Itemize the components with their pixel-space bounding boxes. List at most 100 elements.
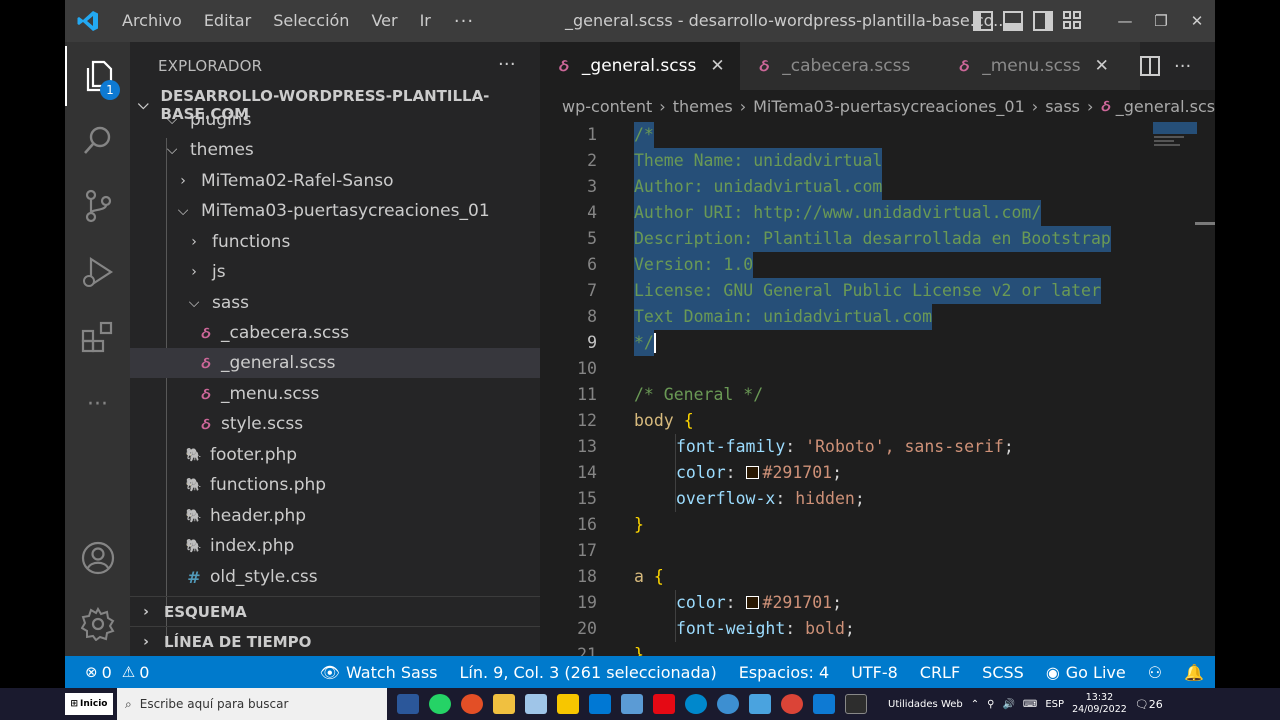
mail-app-icon[interactable]	[589, 694, 611, 714]
utilities-web-label[interactable]: Utilidades Web	[888, 699, 963, 710]
toggle-sidebar-icon[interactable]	[973, 11, 993, 31]
tree-folder-plugins[interactable]: ⌵ plugins	[164, 105, 540, 135]
notepad-app-icon[interactable]	[525, 694, 547, 714]
taskbar-search[interactable]: ⌕ Escribe aquí para buscar	[117, 688, 387, 720]
close-window-button[interactable]: ✕	[1179, 0, 1215, 42]
notifications-bell-icon[interactable]: 🔔	[1173, 656, 1215, 688]
settings-gear-icon[interactable]	[65, 594, 130, 654]
app-icon[interactable]	[845, 694, 867, 714]
start-button[interactable]: ⊞ Inicio	[65, 693, 113, 715]
weather-app-icon[interactable]	[621, 694, 643, 714]
tray-overflow-icon[interactable]: ⌃	[971, 699, 979, 710]
code-editor[interactable]: 1/* 2 Theme Name: unidadvirtual 3 Author: …	[540, 122, 1150, 656]
breadcrumb-item[interactable]: wp-content	[562, 97, 652, 116]
minimize-button[interactable]: —	[1107, 0, 1143, 42]
code-line: 14 color: #291701;	[577, 463, 843, 482]
netflix-app-icon[interactable]	[653, 694, 675, 714]
menu-ir[interactable]: Ir	[409, 0, 442, 42]
sass-file-icon: ઠ	[200, 323, 210, 342]
account-icon[interactable]	[65, 528, 130, 588]
explorer-more-icon[interactable]: ···	[498, 54, 516, 75]
source-control-icon[interactable]	[65, 176, 130, 236]
tab-general-scss[interactable]: ઠ _general.scss ✕	[540, 42, 741, 90]
maximize-button[interactable]: ❐	[1143, 0, 1179, 42]
right-letterbox	[1215, 0, 1280, 688]
volume-icon[interactable]: 🔊	[1002, 699, 1014, 710]
split-editor-icon[interactable]	[1140, 56, 1160, 76]
tree-file-header-php[interactable]: 🐘 header.php	[185, 501, 540, 531]
indentation-status[interactable]: Espacios: 4	[728, 656, 840, 688]
extensions-icon[interactable]	[65, 308, 130, 368]
editor-more-icon[interactable]: ···	[1174, 56, 1191, 77]
tree-file-functions-php[interactable]: 🐘 functions.php	[185, 470, 540, 500]
menu-editar[interactable]: Editar	[193, 0, 262, 42]
whatsapp-app-icon[interactable]	[429, 694, 451, 714]
breadcrumb-item[interactable]: sass	[1045, 97, 1080, 116]
tree-file-general-scss[interactable]: ઠ _general.scss	[130, 348, 540, 378]
chrome-app-icon[interactable]	[781, 694, 803, 714]
chrome-app-icon[interactable]	[461, 694, 483, 714]
search-icon[interactable]	[65, 110, 130, 170]
breadcrumb-item[interactable]: themes	[673, 97, 733, 116]
files-icon[interactable]: 1	[65, 46, 130, 106]
language-indicator[interactable]: ESP	[1045, 699, 1064, 710]
tree-file-cabecera-scss[interactable]: ઠ _cabecera.scss	[196, 318, 540, 348]
close-tab-icon[interactable]: ✕	[1095, 56, 1111, 76]
tree-folder-functions[interactable]: › functions	[186, 227, 540, 257]
color-swatch[interactable]	[745, 466, 759, 479]
explorer-badge: 1	[100, 80, 120, 100]
watch-sass-button[interactable]: 👁 Watch Sass	[309, 656, 449, 688]
problems-status[interactable]: ⊗ 0 ⚠ 0	[65, 656, 160, 688]
tree-file-menu-scss[interactable]: ઠ _menu.scss	[196, 379, 540, 409]
menu-more-icon[interactable]: ···	[442, 11, 486, 32]
word-app-icon[interactable]	[397, 694, 419, 714]
run-debug-icon[interactable]	[65, 242, 130, 302]
tree-folder-themes[interactable]: ⌵ themes	[164, 135, 540, 165]
file-explorer-app-icon[interactable]	[493, 694, 515, 714]
cursor-position[interactable]: Lín. 9, Col. 3 (261 seleccionada)	[449, 656, 728, 688]
chevron-right-icon: ›	[739, 96, 747, 116]
store-app-icon[interactable]	[557, 694, 579, 714]
tree-folder-sass[interactable]: ⌵ sass	[186, 288, 540, 318]
tree-file-footer-php[interactable]: 🐘 footer.php	[185, 440, 540, 470]
app-icon[interactable]	[749, 694, 771, 714]
tab-menu-scss[interactable]: ઠ _menu.scss ✕	[940, 42, 1125, 90]
tree-file-old-style-css[interactable]: # old_style.css	[185, 562, 540, 592]
keyboard-icon[interactable]: ⌨	[1023, 699, 1037, 710]
tab-cabecera-scss[interactable]: ઠ _cabecera.scss	[740, 42, 941, 90]
tree-folder-mitema02[interactable]: › MiTema02-Rafel-Sanso	[175, 166, 540, 196]
notifications-icon[interactable]: 🗨26	[1135, 698, 1163, 711]
scrollbar-thumb[interactable]	[1195, 222, 1215, 225]
close-tab-icon[interactable]: ✕	[710, 56, 726, 76]
tree-file-index-php[interactable]: 🐘 index.php	[185, 531, 540, 561]
menu-ver[interactable]: Ver	[360, 0, 408, 42]
network-icon[interactable]: ⚲	[987, 699, 994, 710]
menu-archivo[interactable]: Archivo	[111, 0, 193, 42]
breadcrumb-item[interactable]: MiTema03-puertasycreaciones_01	[753, 97, 1025, 116]
toggle-panel-icon[interactable]	[1003, 11, 1023, 31]
minimap[interactable]	[1150, 122, 1215, 656]
tree-folder-js[interactable]: › js	[186, 257, 540, 287]
color-swatch[interactable]	[745, 596, 759, 609]
toggle-secondary-sidebar-icon[interactable]	[1033, 11, 1053, 31]
encoding-status[interactable]: UTF-8	[840, 656, 909, 688]
upload-app-icon[interactable]	[717, 694, 739, 714]
more-icon[interactable]: ···	[65, 374, 130, 434]
clock[interactable]: 13:32 24/09/2022	[1072, 692, 1127, 716]
accounts-sync-icon[interactable]: ⚇	[1137, 656, 1173, 688]
menu-seleccion[interactable]: Selección	[262, 0, 360, 42]
language-mode[interactable]: SCSS	[971, 656, 1035, 688]
chevron-right-icon: ›	[1087, 96, 1094, 116]
vscode-app-icon[interactable]	[813, 694, 835, 714]
eol-status[interactable]: CRLF	[909, 656, 971, 688]
customize-layout-icon[interactable]	[1063, 11, 1083, 31]
chevron-right-icon: ›	[143, 603, 149, 620]
tree-folder-mitema03[interactable]: ⌵ MiTema03-puertasycreaciones_01	[175, 196, 540, 226]
breadcrumb-item[interactable]: _general.scss	[1116, 97, 1215, 116]
tree-file-style-scss[interactable]: ઠ style.scss	[196, 409, 540, 439]
timeline-section[interactable]: › LÍNEA DE TIEMPO	[130, 626, 540, 656]
outline-section[interactable]: › ESQUEMA	[130, 596, 540, 626]
go-live-button[interactable]: ◉ Go Live	[1035, 656, 1137, 688]
telegram-app-icon[interactable]	[685, 694, 707, 714]
php-file-icon: 🐘	[185, 477, 203, 493]
